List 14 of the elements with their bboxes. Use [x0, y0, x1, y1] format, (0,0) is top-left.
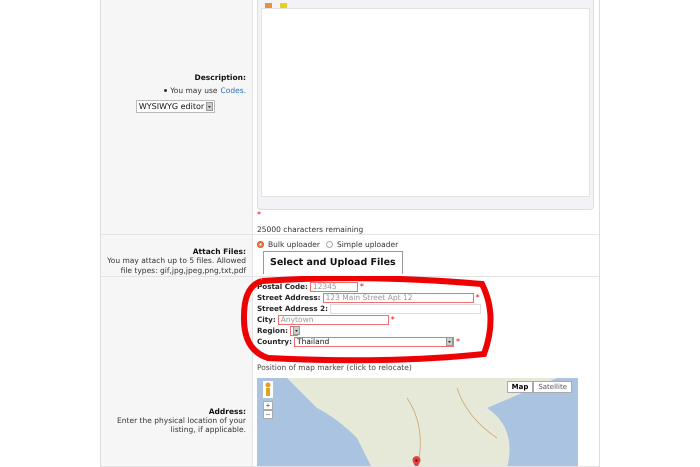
required-mark: *: [476, 293, 480, 302]
toolbar-icon[interactable]: [280, 3, 287, 8]
dropdown-select[interactable]: [290, 326, 298, 336]
map-pin-icon[interactable]: [412, 456, 421, 466]
required-mark: *: [360, 282, 364, 291]
toolbar-icon[interactable]: [265, 3, 272, 8]
upload-button[interactable]: Select and Upload Files: [263, 251, 403, 274]
editor-select[interactable]: WYSIWYG editor: [136, 100, 216, 113]
pegman-icon[interactable]: [263, 380, 273, 398]
bullet-icon: [164, 89, 168, 92]
required-mark: *: [257, 210, 262, 219]
required-mark: *: [456, 337, 460, 346]
zoom-in-button[interactable]: +: [263, 400, 273, 410]
required-mark: *: [390, 315, 395, 324]
